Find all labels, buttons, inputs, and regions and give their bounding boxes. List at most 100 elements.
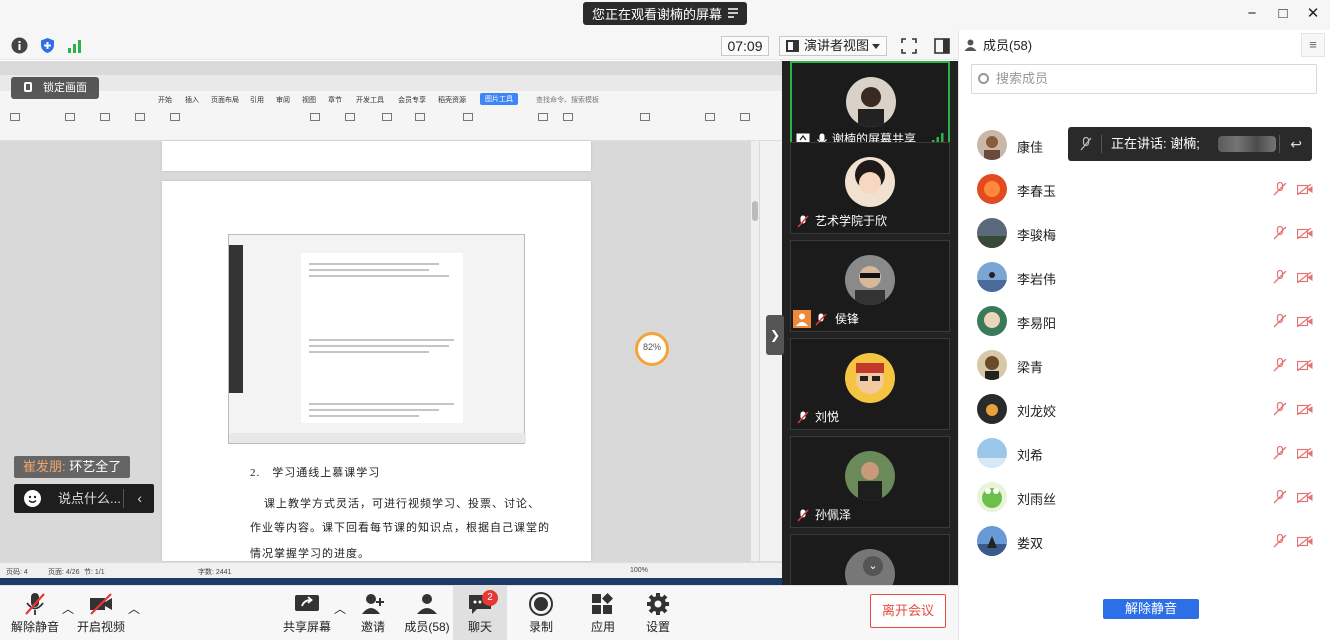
member-row[interactable]: 娄双 bbox=[959, 519, 1330, 563]
back-arrow-icon[interactable]: ↩ bbox=[1290, 127, 1302, 161]
embedded-screenshot[interactable] bbox=[228, 234, 526, 444]
ribbon-icon[interactable] bbox=[463, 113, 473, 121]
member-name: 李骏梅 bbox=[1017, 228, 1057, 243]
invite-button[interactable]: 邀请 bbox=[346, 585, 400, 640]
info-icon[interactable] bbox=[11, 37, 28, 54]
video-tile[interactable]: 刘悦 bbox=[790, 338, 950, 430]
network-signal-icon[interactable] bbox=[67, 37, 84, 54]
ribbon-icon[interactable] bbox=[170, 113, 180, 121]
member-search-input[interactable]: 搜索成员 bbox=[971, 64, 1317, 94]
mic-options-caret[interactable]: ︿ bbox=[62, 600, 74, 617]
ribbon-icon[interactable] bbox=[538, 113, 548, 121]
apps-button[interactable]: 应用 bbox=[576, 585, 630, 640]
camera-off-icon[interactable] bbox=[1297, 404, 1313, 415]
ribbon-icon[interactable] bbox=[100, 113, 110, 121]
mic-muted-icon[interactable] bbox=[1273, 534, 1287, 548]
camera-off-icon[interactable] bbox=[1297, 360, 1313, 371]
leave-meeting-button[interactable]: 离开会议 bbox=[870, 594, 946, 628]
ribbon-tab[interactable]: 稻壳资源 bbox=[438, 95, 466, 105]
ribbon-icon[interactable] bbox=[135, 113, 145, 121]
camera-off-icon[interactable] bbox=[1297, 316, 1313, 327]
ribbon-tab[interactable]: 插入 bbox=[185, 95, 199, 105]
pin-icon bbox=[24, 82, 32, 92]
mic-muted-icon[interactable] bbox=[1273, 402, 1287, 416]
mic-muted-icon[interactable] bbox=[1273, 182, 1287, 196]
ribbon-tab[interactable]: 开发工具 bbox=[356, 95, 384, 105]
ribbon-tab[interactable]: 章节 bbox=[328, 95, 342, 105]
video-tile[interactable]: 侯锋 bbox=[790, 240, 950, 332]
member-row[interactable]: 刘龙姣 bbox=[959, 387, 1330, 431]
emoji-icon[interactable] bbox=[24, 490, 41, 507]
member-row[interactable]: 李易阳 bbox=[959, 299, 1330, 343]
collapse-chat-icon[interactable]: ‹ bbox=[137, 484, 142, 513]
list-menu-icon[interactable] bbox=[727, 7, 739, 19]
ribbon-icon[interactable] bbox=[705, 113, 715, 121]
video-tile[interactable]: 艺术学院于欣 bbox=[790, 142, 950, 234]
mic-muted-icon[interactable] bbox=[1273, 358, 1287, 372]
video-tile[interactable]: 孙佩泽 bbox=[790, 436, 950, 528]
mic-muted-icon[interactable] bbox=[1273, 270, 1287, 284]
ribbon-tab[interactable]: 页面布局 bbox=[211, 95, 239, 105]
mic-muted-icon[interactable] bbox=[1273, 490, 1287, 504]
unmute-all-button[interactable]: 解除静音 bbox=[1103, 599, 1199, 619]
camera-off-icon[interactable] bbox=[1297, 228, 1313, 239]
ribbon-search[interactable]: 查找命令、搜索模板 bbox=[536, 95, 599, 105]
close-button[interactable]: ✕ bbox=[1305, 6, 1321, 22]
scroll-thumb[interactable] bbox=[752, 201, 758, 221]
view-mode-select[interactable]: 演讲者视图 bbox=[779, 36, 887, 56]
member-row[interactable]: 梁青 bbox=[959, 343, 1330, 387]
video-tile[interactable]: 谢楠的屏幕共享 bbox=[790, 61, 950, 153]
ribbon-icon[interactable] bbox=[345, 113, 355, 121]
ribbon-tab[interactable]: 视图 bbox=[302, 95, 316, 105]
mic-muted-icon[interactable] bbox=[1273, 314, 1287, 328]
member-row[interactable]: 李骏梅 bbox=[959, 211, 1330, 255]
camera-off-icon[interactable] bbox=[1297, 492, 1313, 503]
camera-off-icon[interactable] bbox=[1297, 184, 1313, 195]
ribbon-tab[interactable]: 会员专享 bbox=[398, 95, 426, 105]
settings-button[interactable]: 设置 bbox=[631, 585, 685, 640]
member-row[interactable]: 李岩伟 bbox=[959, 255, 1330, 299]
ribbon-icon[interactable] bbox=[563, 113, 573, 121]
sidebar-toggle-icon[interactable] bbox=[934, 38, 950, 54]
member-row[interactable]: 刘雨丝 bbox=[959, 475, 1330, 519]
members-menu-button[interactable]: ≡ bbox=[1301, 33, 1325, 57]
fullscreen-icon[interactable] bbox=[901, 38, 917, 54]
minimize-button[interactable]: − bbox=[1244, 6, 1260, 22]
security-shield-icon[interactable] bbox=[39, 37, 56, 54]
doc-app-chrome: 开始 插入 页面布局 引用 审阅 视图 章节 开发工具 会员专享 稻壳资源 图片… bbox=[0, 75, 782, 141]
ribbon-icon[interactable] bbox=[740, 113, 750, 121]
doc-scrollbar[interactable] bbox=[751, 141, 759, 561]
video-tiles-column: 谢楠的屏幕共享 艺术学院于欣 侯锋 刘悦 孙佩泽 bbox=[782, 61, 958, 585]
video-options-caret[interactable]: ︿ bbox=[128, 600, 140, 617]
mic-muted-icon[interactable] bbox=[1273, 226, 1287, 240]
camera-off-icon[interactable] bbox=[1297, 536, 1313, 547]
camera-off-icon[interactable] bbox=[1297, 272, 1313, 283]
ribbon-icon[interactable] bbox=[415, 113, 425, 121]
collapse-video-button[interactable]: ❯ bbox=[766, 315, 784, 355]
camera-off-icon[interactable] bbox=[1297, 448, 1313, 459]
share-options-caret[interactable]: ︿ bbox=[334, 600, 346, 617]
mic-muted-icon[interactable] bbox=[1273, 446, 1287, 460]
screen-share-banner[interactable]: 您正在观看谢楠的屏幕 bbox=[583, 2, 747, 25]
record-button[interactable]: 录制 bbox=[514, 585, 568, 640]
unmute-button[interactable]: 解除静音 bbox=[8, 585, 62, 640]
ribbon-tab[interactable]: 开始 bbox=[158, 95, 172, 105]
member-row[interactable]: 李春玉 bbox=[959, 167, 1330, 211]
ribbon-tab[interactable]: 审阅 bbox=[276, 95, 290, 105]
ribbon-icon[interactable] bbox=[65, 113, 75, 121]
ribbon-icon[interactable] bbox=[10, 113, 20, 121]
maximize-button[interactable]: □ bbox=[1275, 6, 1291, 22]
ribbon-tab-active[interactable]: 图片工具 bbox=[480, 93, 518, 105]
chat-button[interactable]: 聊天 bbox=[453, 585, 507, 640]
members-button[interactable]: 成员(58) bbox=[398, 585, 456, 640]
ribbon-icon[interactable] bbox=[382, 113, 392, 121]
ribbon-icon[interactable] bbox=[640, 113, 650, 121]
ribbon-tab[interactable]: 引用 bbox=[250, 95, 264, 105]
chevron-down-icon[interactable]: ⌄ bbox=[863, 556, 883, 576]
share-screen-button[interactable]: 共享屏幕 bbox=[280, 585, 334, 640]
member-row[interactable]: 刘希 bbox=[959, 431, 1330, 475]
start-video-button[interactable]: 开启视频 bbox=[74, 585, 128, 640]
lock-screen-button[interactable]: 锁定画面 bbox=[11, 77, 99, 99]
chat-quick-input[interactable]: 说点什么... ‹ bbox=[14, 484, 154, 513]
ribbon-icon[interactable] bbox=[310, 113, 320, 121]
